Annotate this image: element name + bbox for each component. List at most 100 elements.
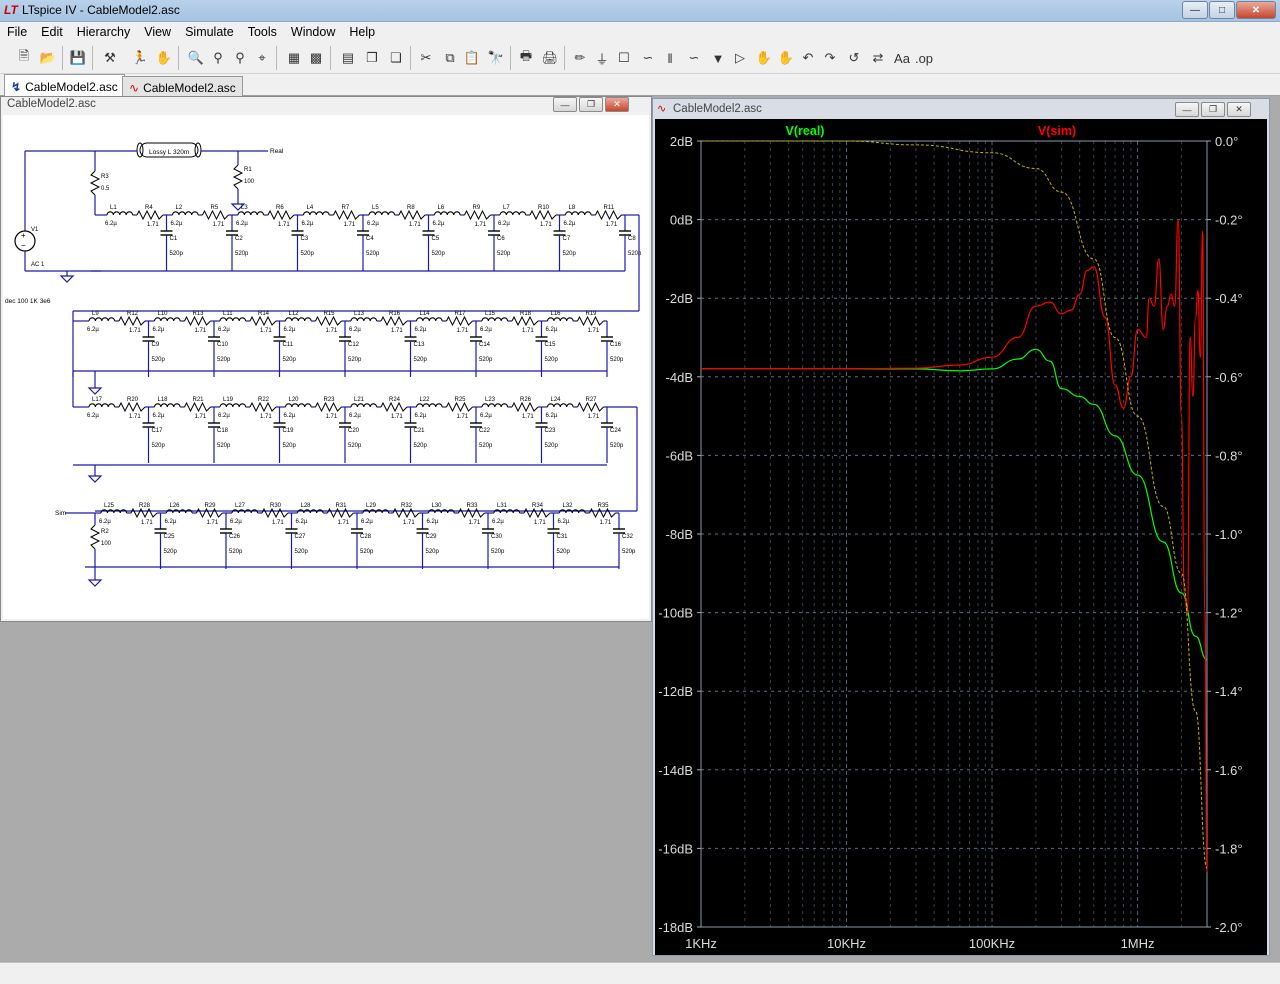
- inductor-value: 6.2µ: [165, 519, 177, 525]
- menu-hierarchy[interactable]: Hierarchy: [70, 25, 138, 39]
- zoom-pan-icon[interactable]: ⚲: [208, 48, 228, 68]
- capacitor-icon[interactable]: ‖: [660, 48, 680, 68]
- resistor-r2: [89, 524, 101, 550]
- print-icon[interactable]: 🖨: [540, 48, 560, 68]
- menu-tools[interactable]: Tools: [241, 25, 284, 39]
- cascade-icon[interactable]: ❐: [362, 48, 382, 68]
- resistor: [249, 401, 277, 413]
- y-tick-label: -8dB: [666, 527, 693, 542]
- zoom-fit-icon[interactable]: ⌖: [252, 48, 272, 68]
- resistor-zigzag: [398, 209, 426, 221]
- run-icon[interactable]: 🏃: [130, 48, 150, 68]
- inductor-value: 6.2µ: [218, 327, 230, 333]
- inductor-coil: [284, 317, 312, 322]
- inductor-value: 6.2µ: [367, 221, 379, 227]
- capacitor-label: C10: [217, 342, 229, 348]
- y-tick-label: 0dB: [670, 213, 693, 228]
- save-icon[interactable]: 💾: [68, 48, 88, 68]
- schematic-restore-button[interactable]: ❐: [579, 97, 603, 112]
- minimize-button[interactable]: —: [1182, 1, 1208, 19]
- waveform-plot-area[interactable]: 2dB 0dB -2dB -4dB -6dB -8dB -10dB -12dB -14dB -16…: [655, 119, 1267, 955]
- resistor: [589, 507, 616, 519]
- menu-window[interactable]: Window: [284, 25, 342, 39]
- tile-horizontal-icon[interactable]: ▤: [338, 48, 358, 68]
- schematic-minimize-button[interactable]: —: [553, 97, 577, 112]
- inductor-label: L2: [176, 205, 183, 211]
- inductor-value: 6.2µ: [236, 221, 248, 227]
- menu-edit[interactable]: Edit: [34, 25, 70, 39]
- inductor: [284, 317, 312, 322]
- cut-icon[interactable]: ✂: [416, 48, 436, 68]
- resistor-zigzag: [380, 401, 408, 413]
- inductor-value: 6.2µ: [153, 327, 165, 333]
- y2-tick-label: -2.0°: [1215, 920, 1243, 935]
- tab-waveform[interactable]: ∿ CableModel2.asc: [122, 76, 243, 96]
- open-folder-icon[interactable]: 📂: [38, 48, 58, 68]
- resistor-zigzag: [249, 401, 277, 413]
- maximize-button[interactable]: □: [1209, 1, 1235, 19]
- paste-icon[interactable]: 📋: [462, 48, 482, 68]
- grid-icon[interactable]: ▩: [306, 48, 326, 68]
- capacitor-label: C20: [348, 428, 360, 434]
- new-schematic-icon[interactable]: 🗎: [14, 48, 34, 68]
- schematic-canvas[interactable]: Lossy L 320m Real R1 100 R3 0.5 + − V1 AC 1 dec 10…: [3, 115, 649, 619]
- pan-hand-icon[interactable]: ✋: [154, 48, 174, 68]
- close-window-icon[interactable]: ❏: [386, 48, 406, 68]
- drag-hand-icon[interactable]: ✋: [776, 48, 796, 68]
- undo-icon[interactable]: ↶: [798, 48, 818, 68]
- capacitor-value: 520p: [622, 549, 636, 555]
- zoom-in-icon[interactable]: 🔍: [186, 48, 206, 68]
- move-hand-icon[interactable]: ✋: [754, 48, 774, 68]
- menu-view[interactable]: View: [137, 25, 178, 39]
- tab-schematic[interactable]: ↯ CableModel2.asc: [4, 74, 125, 96]
- find-icon[interactable]: 🔭: [486, 48, 506, 68]
- inductor-value: 6.2µ: [349, 327, 361, 333]
- diode-icon[interactable]: ▼: [708, 48, 728, 68]
- capacitor-value: 520p: [152, 443, 166, 449]
- close-button[interactable]: ✕: [1236, 1, 1276, 19]
- capacitor-label: C23: [545, 428, 557, 434]
- resistor-value: 1.71: [260, 328, 272, 334]
- resistor-value: 1.71: [207, 520, 219, 526]
- waveform-restore-button[interactable]: ❐: [1201, 102, 1225, 117]
- resistor-icon[interactable]: ∽: [638, 48, 658, 68]
- autorange-icon[interactable]: ▦: [284, 48, 304, 68]
- waveform-close-button[interactable]: ✕: [1227, 102, 1251, 117]
- ground-icon[interactable]: ⏚: [592, 48, 612, 68]
- component-icon[interactable]: ▷: [730, 48, 750, 68]
- resistor-zigzag: [380, 315, 408, 327]
- print-setup-icon[interactable]: 🖶: [516, 48, 536, 68]
- capacitor-value: 520p: [283, 443, 297, 449]
- capacitor-value: 520p: [563, 251, 577, 257]
- schematic-window[interactable]: CableModel2.asc — ❐ ✕ Lossy L 320m Real R1…: [0, 96, 652, 622]
- resistor: [511, 401, 539, 413]
- copy-icon[interactable]: ⧉: [440, 48, 460, 68]
- schematic-close-button[interactable]: ✕: [605, 97, 629, 112]
- inductor: [302, 211, 330, 216]
- inductor-icon[interactable]: ∽: [684, 48, 704, 68]
- wire-pencil-icon[interactable]: ✏: [570, 48, 590, 68]
- resistor-label: R21: [193, 397, 205, 403]
- label-net-icon[interactable]: ☐: [614, 48, 634, 68]
- schematic-icon: ↯: [11, 79, 22, 94]
- waveform-window[interactable]: ∿ CableModel2.asc — ❐ ✕ 2dB 0dB -2dB -4dB -6…: [652, 98, 1270, 956]
- spice-directive-icon[interactable]: .op: [914, 48, 934, 68]
- resistor: [267, 209, 295, 221]
- zoom-out-icon[interactable]: ⚲: [230, 48, 250, 68]
- resistor: [249, 315, 277, 327]
- rotate-icon[interactable]: ↺: [844, 48, 864, 68]
- capacitor-label: C9: [152, 342, 160, 348]
- control-panel-icon[interactable]: ⚒: [100, 48, 120, 68]
- menu-help[interactable]: Help: [342, 25, 382, 39]
- resistor: [511, 315, 539, 327]
- redo-icon[interactable]: ↷: [820, 48, 840, 68]
- menu-file[interactable]: File: [0, 25, 34, 39]
- y2-tick-label: -0.8°: [1215, 448, 1243, 463]
- resistor: [529, 209, 557, 221]
- menu-simulate[interactable]: Simulate: [178, 25, 241, 39]
- capacitor-value: 520p: [235, 251, 249, 257]
- waveform-icon: ∿: [129, 80, 140, 95]
- waveform-minimize-button[interactable]: —: [1175, 102, 1199, 117]
- mirror-icon[interactable]: ⇄: [868, 48, 888, 68]
- text-icon[interactable]: Aa: [892, 48, 912, 68]
